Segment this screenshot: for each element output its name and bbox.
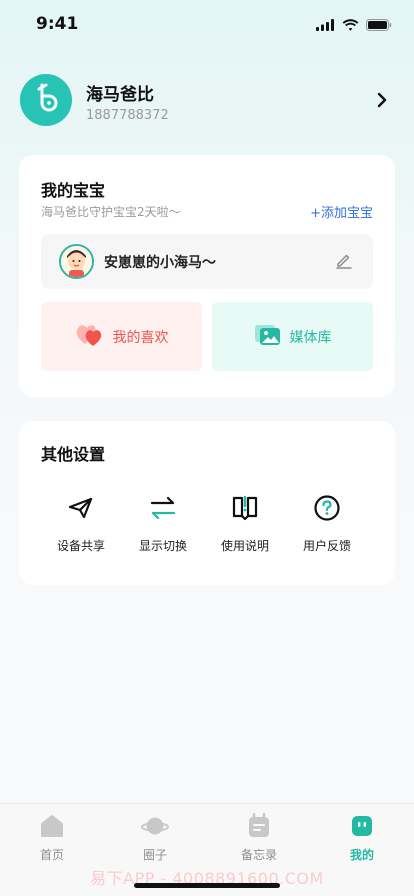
profile-face-icon xyxy=(348,812,376,840)
favorites-tile[interactable]: 我的喜欢 xyxy=(41,302,202,371)
profile-header[interactable]: 海马爸比 1887788372 xyxy=(20,74,394,130)
baby-row[interactable]: 安崽崽的小海马～ xyxy=(41,234,373,289)
media-library-tile[interactable]: 媒体库 xyxy=(212,302,373,371)
chevron-right-icon[interactable] xyxy=(376,92,388,112)
baby-name: 安崽崽的小海马～ xyxy=(104,255,216,271)
home-icon xyxy=(38,812,66,840)
settings-item-feedback[interactable]: 用户反馈 xyxy=(286,493,368,554)
settings-grid: 设备共享 显示切换 使用说明 用户反馈 xyxy=(19,493,395,554)
tab-label: 首页 xyxy=(39,848,64,862)
my-baby-title: 我的宝宝 xyxy=(41,181,106,200)
tab-home[interactable]: 首页 xyxy=(17,812,87,863)
tab-mine[interactable]: 我的 xyxy=(327,812,397,863)
wifi-icon xyxy=(342,16,359,35)
other-settings-card: 其他设置 设备共享 显示切换 使用说明 用户反馈 xyxy=(19,421,395,585)
memo-icon xyxy=(245,812,273,840)
other-settings-title: 其他设置 xyxy=(41,445,106,464)
battery-icon xyxy=(366,16,392,35)
profile-name: 海马爸比 xyxy=(86,85,154,105)
settings-label: 使用说明 xyxy=(220,539,269,553)
question-circle-icon xyxy=(312,493,342,523)
favorites-label: 我的喜欢 xyxy=(112,329,169,346)
baby-subtitle: 海马爸比守护宝宝2天啦～ xyxy=(41,205,181,219)
profile-phone: 1887788372 xyxy=(86,108,169,123)
settings-item-display-switch[interactable]: 显示切换 xyxy=(122,493,204,554)
status-icons xyxy=(316,16,392,35)
photo-album-icon xyxy=(254,323,282,351)
media-library-label: 媒体库 xyxy=(289,329,332,346)
settings-label: 设备共享 xyxy=(56,539,105,553)
hearts-icon xyxy=(75,322,105,352)
settings-label: 用户反馈 xyxy=(302,539,351,553)
tab-bar: 首页 圈子 备忘录 我的 易下APP - 4008891600.COM xyxy=(0,803,414,896)
tab-memo[interactable]: 备忘录 xyxy=(224,812,294,863)
settings-label: 显示切换 xyxy=(138,539,187,553)
edit-icon[interactable] xyxy=(335,251,353,273)
add-baby-link[interactable]: +添加宝宝 xyxy=(310,202,373,221)
home-indicator xyxy=(134,883,280,888)
my-baby-card: 我的宝宝 海马爸比守护宝宝2天啦～ +添加宝宝 安崽崽的小海马～ 我的喜欢 媒体… xyxy=(19,155,395,397)
settings-item-device-sharing[interactable]: 设备共享 xyxy=(40,493,122,554)
status-time: 9:41 xyxy=(36,14,79,34)
tab-label: 圈子 xyxy=(142,848,167,862)
book-info-icon xyxy=(230,493,260,523)
paper-plane-icon xyxy=(66,493,96,523)
swap-arrows-icon xyxy=(148,493,178,523)
baby-avatar xyxy=(59,244,94,279)
signal-icon xyxy=(316,16,335,35)
seahorse-logo-icon xyxy=(31,81,61,119)
status-bar: 9:41 xyxy=(0,0,414,48)
settings-item-instructions[interactable]: 使用说明 xyxy=(204,493,286,554)
tab-circle[interactable]: 圈子 xyxy=(120,812,190,863)
avatar[interactable] xyxy=(20,74,72,126)
tab-label: 我的 xyxy=(349,848,374,862)
tab-label: 备忘录 xyxy=(240,848,277,862)
planet-icon xyxy=(141,812,169,840)
